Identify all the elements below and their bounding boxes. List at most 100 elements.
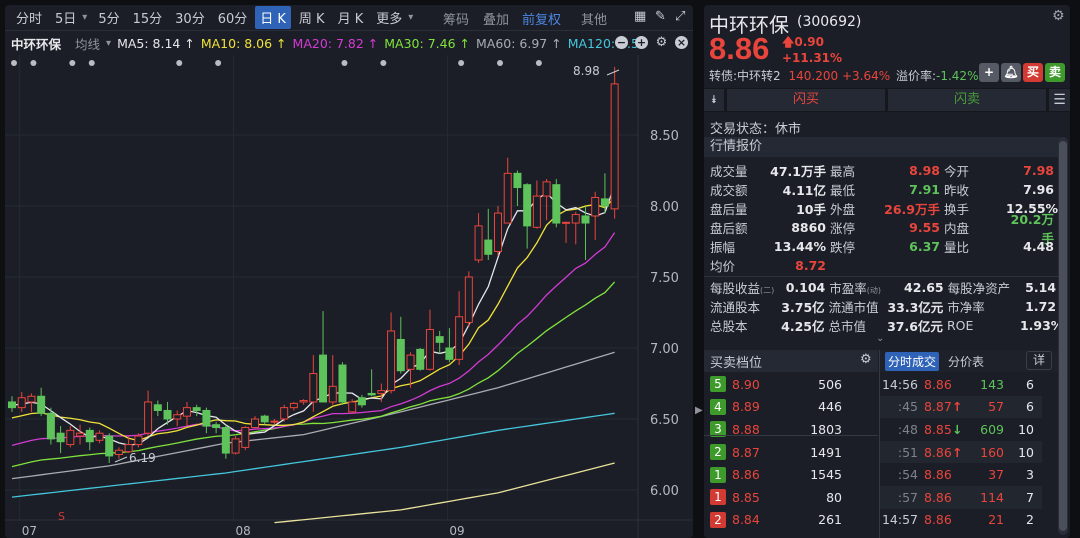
buy-button[interactable]: 买 <box>1023 63 1043 82</box>
candle-body <box>474 225 483 261</box>
y-tick-label: 6.50 <box>650 413 679 428</box>
event-marker <box>535 60 542 66</box>
event-marker <box>380 60 387 66</box>
fund-label: 每股净资产 <box>947 281 1011 296</box>
fund-value: 33.3亿元 <box>887 300 944 315</box>
zoom-out-icon[interactable]: − <box>615 36 628 49</box>
tab-period[interactable]: 30分 <box>170 6 210 29</box>
orderbook-level[interactable]: 5 8.90 506 <box>704 373 878 396</box>
fund-sub-label: (二) <box>760 286 775 295</box>
quote-panel: 中环环保 (300692) ⚙ 8.86 🡅0.90 +11.31% 转债:中环… <box>704 5 1070 538</box>
bond-label[interactable]: 转债:中环转2 <box>709 69 781 83</box>
quote-label: 跌停 <box>830 240 856 255</box>
trade-volume: 114 <box>980 489 1004 505</box>
candle-body <box>260 415 269 423</box>
trade-price: 8.86 <box>924 489 952 505</box>
level-price: 8.87 <box>732 444 760 460</box>
trade-price: 8.86 <box>924 376 952 392</box>
sell-button[interactable]: 卖 <box>1045 63 1065 82</box>
fund-label: 流通市值 <box>828 300 879 315</box>
event-marker <box>458 60 465 66</box>
grid-layout-icon[interactable]: ▦ <box>634 9 646 24</box>
quote-value: 7.96 <box>1023 182 1054 197</box>
tab-period[interactable]: 15分 <box>128 6 168 29</box>
settings-gear-icon[interactable]: ⚙ <box>1052 8 1065 24</box>
quote-label: 振幅 <box>710 240 736 255</box>
orderbook-level[interactable]: 2 8.84 261 <box>704 509 878 532</box>
quote-value: 7.91 <box>909 182 940 197</box>
candle-body <box>338 364 347 403</box>
fund-value: 1.72 <box>1025 299 1057 314</box>
premium-label: 溢价率: <box>895 69 937 83</box>
close-icon[interactable]: × <box>675 36 688 49</box>
x-tick-label: 09 <box>449 524 464 538</box>
orderbook-level[interactable]: 1 8.86 1545 <box>704 463 878 486</box>
orderbook-level[interactable]: 2 8.87 1491 <box>704 441 878 464</box>
orderbook-level[interactable]: 3 8.88 1803 <box>704 418 878 441</box>
candle-body <box>144 401 153 434</box>
candle-body <box>532 195 541 228</box>
quote-label: 量比 <box>944 240 970 255</box>
overlay-dropdown[interactable]: 叠加 <box>483 9 509 28</box>
candle-body <box>435 336 444 343</box>
fullscreen-icon[interactable]: ⤢ <box>675 9 685 24</box>
up-arrow-icon: ↑ <box>952 444 963 460</box>
menu-icon[interactable]: ☰ <box>1049 89 1070 111</box>
trade-count: 10 <box>1018 444 1034 460</box>
other-dropdown[interactable]: 其他 <box>581 9 607 28</box>
ma-selector[interactable]: 均线 <box>75 34 100 53</box>
level-price: 8.90 <box>732 376 760 392</box>
orderbook-level[interactable]: 4 8.89 446 <box>704 396 878 419</box>
candle-body <box>445 347 454 360</box>
chip-button[interactable]: 筹码 <box>443 9 469 28</box>
trade-price: 8.87 <box>924 399 952 415</box>
flash-sell-button[interactable]: 闪卖 <box>888 89 1046 111</box>
tab-period[interactable]: 更多 <box>371 6 407 29</box>
fund-value: 4.25亿 <box>781 319 825 334</box>
collapse-down-icon[interactable]: ⯯ <box>704 89 724 111</box>
collapse-arrow-icon[interactable]: ▶ <box>695 405 703 416</box>
orderbook-settings-icon[interactable]: ⚙ <box>860 352 872 367</box>
candle-body <box>76 432 85 437</box>
zoom-in-icon[interactable]: + <box>635 36 648 49</box>
alert-bell-button[interactable]: 🔔︎ <box>1001 63 1021 82</box>
quote-value: 4.11亿 <box>782 183 826 198</box>
candle-body <box>484 239 493 255</box>
add-watchlist-button[interactable]: + <box>979 63 999 82</box>
scrollbar[interactable] <box>1058 137 1068 535</box>
trade-count: 2 <box>1026 512 1034 528</box>
candle-body <box>299 400 308 403</box>
adjust-dropdown[interactable]: 前复权 <box>522 9 561 28</box>
candle-body <box>163 409 172 420</box>
candle-body <box>95 432 104 441</box>
candle-body <box>513 172 522 189</box>
tab-period[interactable]: 5分 <box>93 6 124 29</box>
ma-legend-bar: 中环环保 均线 ▾ MA5: 8.14 ↑ MA10: 8.06 ↑ MA20:… <box>11 34 647 53</box>
flash-buy-button[interactable]: 闪买 <box>727 89 885 111</box>
tab-period[interactable]: 分时 <box>11 6 47 29</box>
tab-period[interactable]: 5日 <box>50 6 81 29</box>
orderbook-level[interactable]: 1 8.85 80 <box>704 486 878 509</box>
tab-period[interactable]: 日 K <box>255 6 291 29</box>
candle-body <box>280 407 289 420</box>
expand-chevron-icon[interactable]: ⌄ <box>876 333 884 344</box>
fund-label: 总股本 <box>710 319 748 334</box>
down-arrow-icon: ↓ <box>952 421 963 437</box>
candle-body <box>348 401 357 413</box>
quote-label: 换手 <box>944 202 970 217</box>
candle-body <box>241 427 250 448</box>
level-badge: 1 <box>710 466 726 483</box>
tab-period[interactable]: 60分 <box>213 6 253 29</box>
tab-period[interactable]: 周 K <box>294 6 330 29</box>
detail-button[interactable]: 详 <box>1026 351 1052 370</box>
x-tick-label: 07 <box>22 524 37 538</box>
quote-label: 昨收 <box>944 183 970 198</box>
tab-time-trades[interactable]: 分时成交 <box>885 352 940 371</box>
settings-gear-icon[interactable]: ⚙ <box>655 36 668 49</box>
candlestick-chart[interactable]: 8.50 8.00 7.50 7.00 6.50 6.00 07 08 09 8.98 6.19 S <box>5 55 693 538</box>
tab-price-table[interactable]: 分价表 <box>948 353 984 370</box>
high-label: 8.98 <box>573 64 600 78</box>
draw-brush-icon[interactable]: ✎ <box>655 9 666 24</box>
trade-price: 8.86 <box>924 512 952 528</box>
tab-period[interactable]: 月 K <box>333 6 369 29</box>
